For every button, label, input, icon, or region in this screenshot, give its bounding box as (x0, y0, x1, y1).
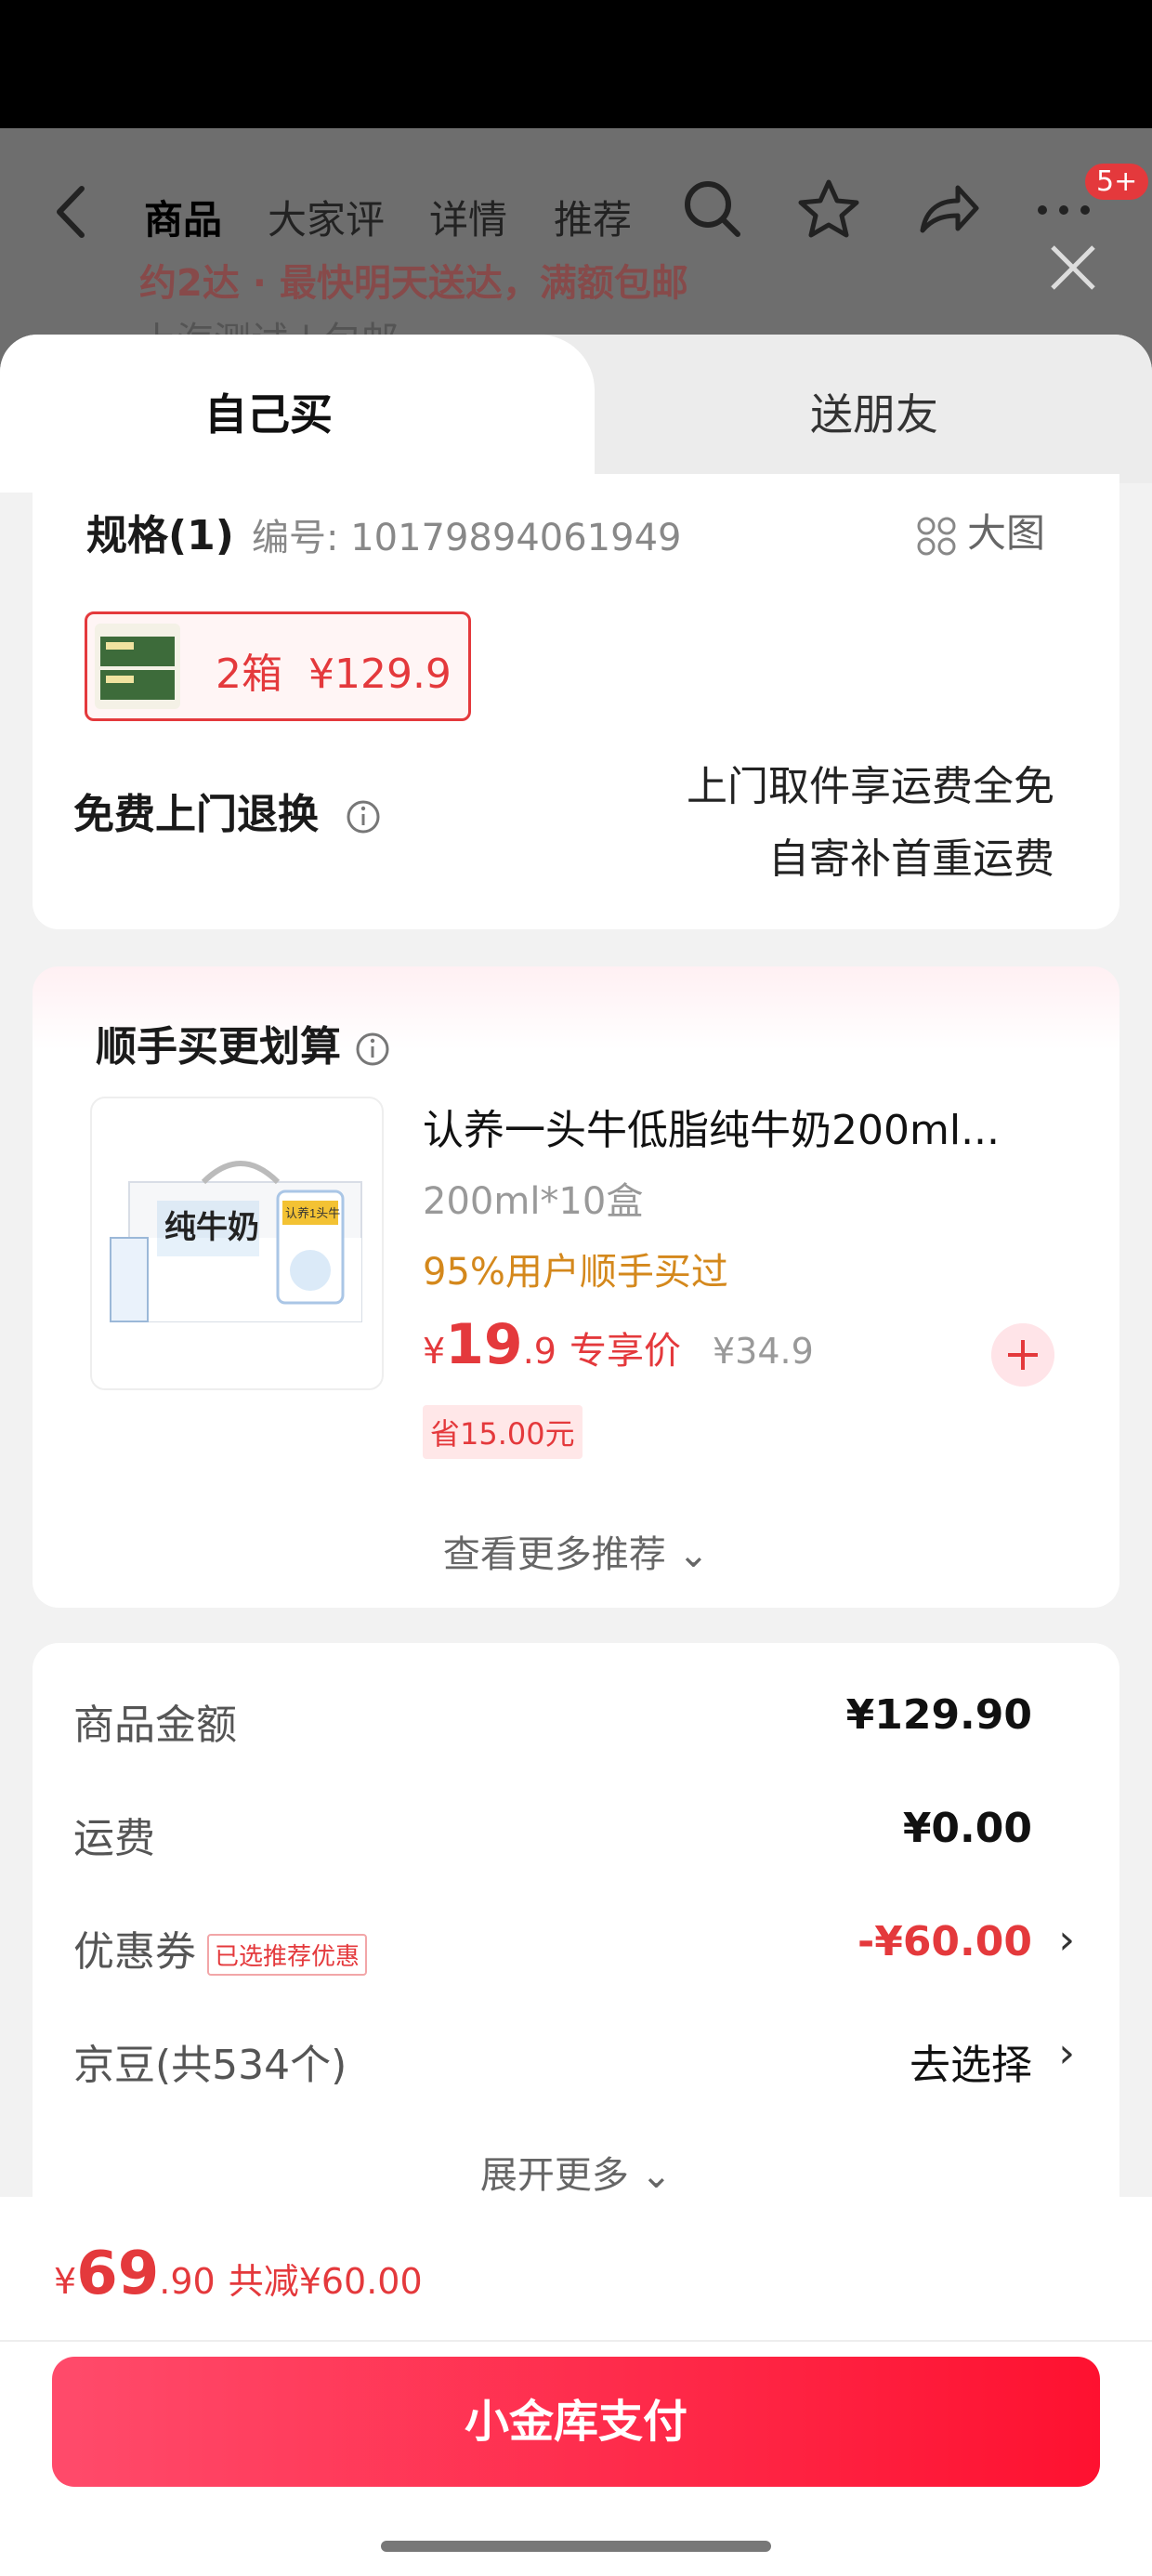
freight-value: ¥0.00 (902, 1805, 1032, 1852)
coupon-label: 优惠券 (73, 1928, 196, 1976)
total-integer: 69 (76, 2240, 160, 2308)
chevron-right-icon[interactable]: › (1058, 2030, 1075, 2077)
goods-amount-label: 商品金额 (73, 1702, 237, 1749)
search-icon[interactable] (680, 177, 745, 242)
big-image-label: 大图 (967, 510, 1046, 556)
tab-product[interactable]: 商品 (144, 189, 222, 245)
return-note-self-send: 自寄补首重运费 (768, 835, 1054, 883)
product-spec: 200ml*10盒 (423, 1180, 644, 1223)
tab-details[interactable]: 详情 (429, 189, 507, 245)
bundle-title: 顺手买更划算 (96, 1013, 391, 1072)
price-summary-card: 商品金额 ¥129.90 运费 ¥0.00 优惠券 已选推荐优惠 -¥60.00 … (33, 1643, 1119, 2256)
info-icon[interactable] (345, 798, 382, 835)
jd-beans-select[interactable]: 去选择 (910, 2031, 1032, 2091)
home-indicator (381, 2541, 771, 2552)
total-price: ¥69.90 共减¥60.00 (54, 2240, 423, 2308)
star-icon[interactable] (796, 177, 861, 242)
status-bar (0, 0, 1152, 128)
more-recommendations-link[interactable]: 查看更多推荐 ⌄ (33, 1524, 1119, 1578)
page-backdrop: 商品 大家评 详情 推荐 5+ 约2达 · 最快明天送达，满额包邮 上海测试 |… (0, 128, 1152, 370)
goods-amount-value: ¥129.90 (845, 1691, 1032, 1739)
bundle-title-text: 顺手买更划算 (96, 1023, 341, 1071)
close-icon[interactable] (1045, 240, 1101, 296)
checkout-bar: ¥69.90 共减¥60.00 小金库支付 (0, 2197, 1152, 2576)
product-buyers: 95%用户顺手买过 (423, 1251, 728, 1294)
purchase-tabs: 送朋友 自己买 (0, 335, 1152, 493)
coupon-row[interactable]: 优惠券 已选推荐优惠 (73, 1918, 368, 1978)
price-decimal: .9 (522, 1331, 556, 1372)
product-price: ¥19.9 专享价 (423, 1312, 681, 1377)
pay-button[interactable]: 小金库支付 (52, 2357, 1100, 2487)
divider (0, 2340, 1152, 2342)
sku-thumbnail (95, 624, 180, 709)
total-decimal: .90 (159, 2261, 216, 2302)
delivery-hint: 约2达 · 最快明天送达，满额包邮 (139, 262, 688, 305)
jd-beans-label: 京豆(共534个) (73, 2042, 347, 2089)
product-image[interactable]: 纯牛奶 认养1头牛 (90, 1097, 384, 1390)
bundle-card: 顺手买更划算 纯牛奶 认养1头牛 认养一头牛低脂纯牛奶200ml... 200m… (33, 966, 1119, 1608)
tab-gift-friend-label: 送朋友 (810, 389, 938, 440)
return-note-pickup: 上门取件享运费全免 (687, 763, 1054, 810)
tab-buy-self[interactable]: 自己买 (0, 335, 595, 493)
saving-badge: 省15.00元 (423, 1405, 583, 1459)
box-print-text: 纯牛奶 (164, 1210, 259, 1245)
original-price: ¥34.9 (713, 1331, 814, 1372)
chevron-right-icon[interactable]: › (1058, 1916, 1075, 1964)
top-nav: 商品 大家评 详情 推荐 5+ (0, 153, 1152, 265)
product-code: 编号: 10179894061949 (252, 517, 682, 559)
spec-card: 规格(1) 编号: 10179894061949 大图 2箱 ¥129.9 免费… (33, 474, 1119, 929)
coupon-selected-tag: 已选推荐优惠 (207, 1933, 368, 1976)
back-arrow-icon[interactable] (48, 179, 95, 244)
price-tag: 专享价 (569, 1330, 681, 1373)
sku-option[interactable]: 2箱 ¥129.9 (85, 611, 471, 721)
price-integer: 19 (445, 1312, 523, 1377)
free-return-label: 免费上门退换 (73, 781, 382, 840)
tab-reviews[interactable]: 大家评 (268, 189, 385, 245)
product-name[interactable]: 认养一头牛低脂纯牛奶200ml... (423, 1097, 1073, 1156)
free-return-text: 免费上门退换 (73, 791, 319, 838)
spec-title: 规格(1) (86, 512, 234, 559)
freight-label: 运费 (73, 1815, 155, 1862)
add-to-bundle-icon[interactable] (991, 1323, 1054, 1387)
grid-icon (917, 517, 956, 555)
big-image-button[interactable]: 大图 (915, 502, 1045, 559)
info-icon[interactable] (354, 1031, 391, 1068)
total-symbol: ¥ (54, 2261, 77, 2302)
box-brand-text: 认养1头牛 (285, 1206, 340, 1220)
tab-recommend[interactable]: 推荐 (554, 189, 632, 245)
coupon-value[interactable]: -¥60.00 (857, 1918, 1032, 1965)
sku-label: 2箱 ¥129.9 (216, 651, 452, 698)
expand-more-link[interactable]: 展开更多 ⌄ (33, 2145, 1119, 2199)
share-icon[interactable] (915, 177, 980, 242)
tab-buy-self-label: 自己买 (204, 389, 333, 440)
price-symbol: ¥ (423, 1331, 446, 1372)
message-badge: 5+ (1082, 161, 1152, 203)
total-saved: 共减¥60.00 (228, 2261, 423, 2302)
